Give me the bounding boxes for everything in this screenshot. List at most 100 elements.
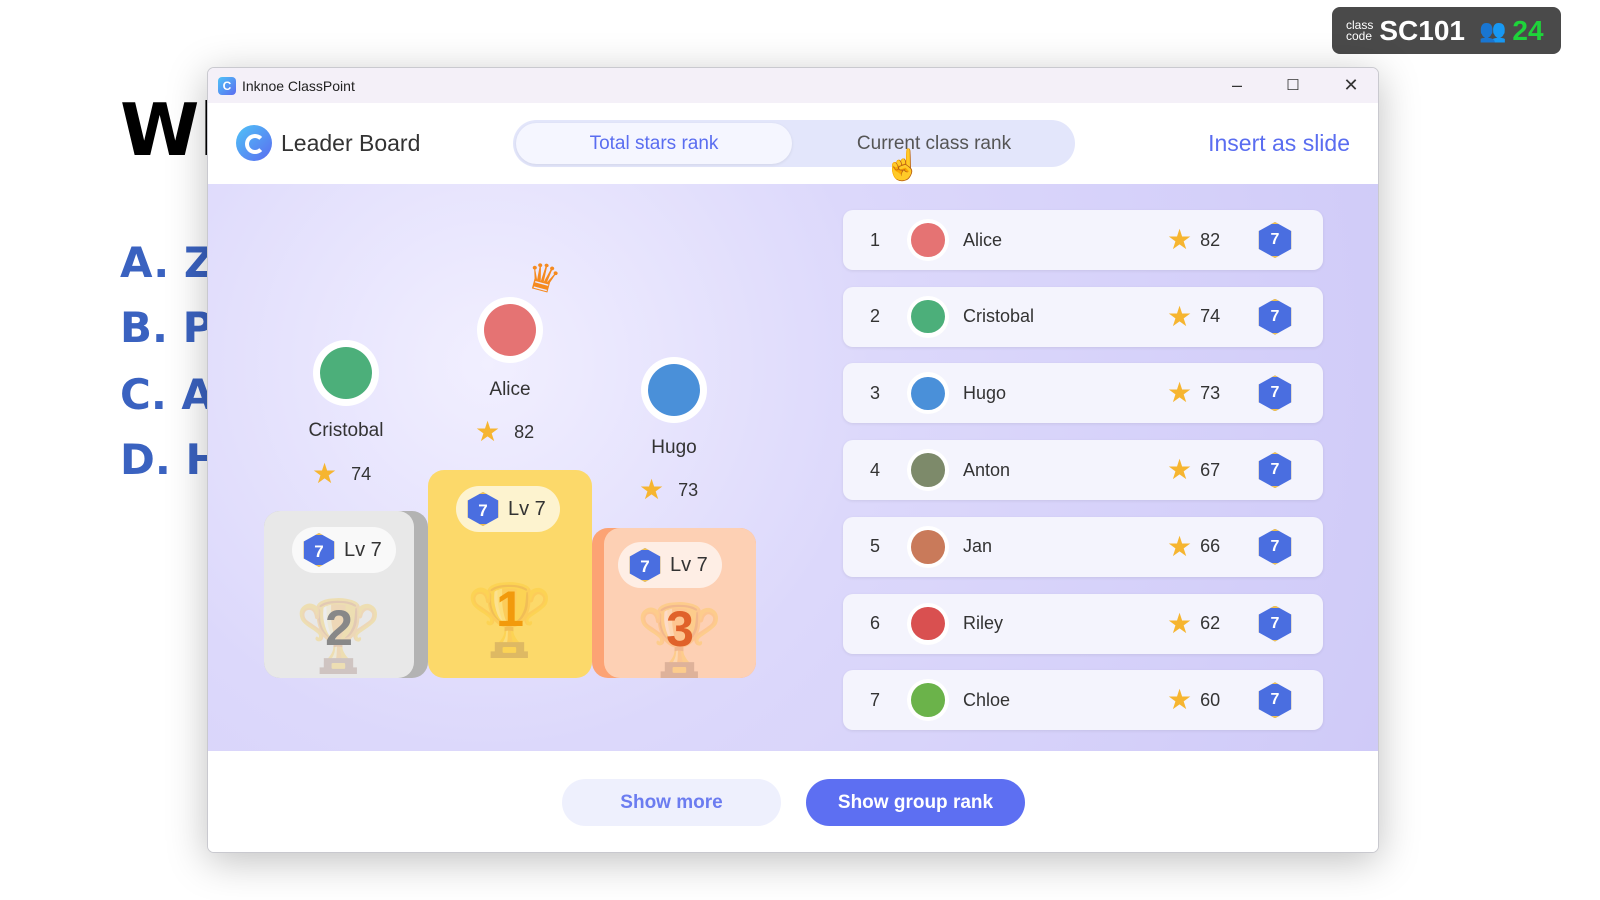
rank-number: 4 [869,459,880,480]
level-badge-icon: 7 [1258,605,1292,642]
avatar [907,372,949,415]
slide-option-d: D. H [120,435,221,484]
header: Leader Board Total stars rank Current cl… [208,103,1378,184]
ranking-row: 3 Hugo ★ 73 7 [843,363,1323,424]
star-count: ★ 67 [1167,454,1221,486]
star-icon: ★ [475,416,501,447]
rank-tabs: Total stars rank Current class rank [513,120,1075,167]
star-count: ★ 82 [1167,224,1221,255]
level-pill: 7 Lv 7 [618,542,722,588]
level-badge-icon: 7 [467,492,499,526]
podium-place: 2 [325,600,353,656]
star-count: ★ 60 [1167,684,1221,716]
rank-number: 6 [869,613,880,633]
avatar [477,297,543,363]
page-title: Leader Board [281,130,421,156]
level-badge-icon: 7 [303,533,335,567]
avatar [907,679,949,722]
star-icon: ★ [1167,530,1193,562]
podium-place: 3 [666,601,694,657]
tab-current-class-rank[interactable]: Current class rank [796,123,1072,164]
class-code-badge[interactable]: class code SC101 👥 24 [1332,7,1561,54]
star-icon: ★ [1167,607,1193,639]
slide-option-b: B. P [120,303,214,352]
level-pill: 7 Lv 7 [292,527,396,573]
avatar [907,219,949,261]
star-icon: ★ [1167,224,1193,255]
hand-cursor-icon: ☝ [884,149,922,182]
level-badge-icon: 7 [1258,375,1292,412]
podium-name: Hugo [651,437,697,458]
ranking-row: 5 Jan ★ 66 7 [843,516,1323,577]
tab-total-stars-rank[interactable]: Total stars rank [516,123,792,164]
rank-number: 7 [869,689,880,710]
student-name: Riley [963,613,1004,633]
ranking-row: 2 Cristobal ★ 74 7 [843,286,1323,347]
star-icon: ★ [639,474,665,505]
window-title: Inknoe ClassPoint [242,77,355,94]
participant-count: 24 [1512,14,1544,46]
star-count: ★ 73 [1167,377,1221,409]
podium-stars: ★ 82 [475,416,535,447]
level-badge-icon: 7 [1258,452,1292,489]
close-button[interactable]: ✕ [1326,68,1376,103]
crown-icon: ♛ [521,254,565,304]
slide-option-c: C. A [120,370,214,419]
insert-as-slide-link[interactable]: Insert as slide [1208,130,1350,157]
podium-stars: ★ 73 [639,474,699,505]
ranking-row: 4 Anton ★ 67 7 [843,440,1323,501]
student-name: Jan [963,536,993,557]
class-code: SC101 [1379,14,1465,46]
maximize-button[interactable]: ☐ [1268,68,1318,103]
star-count: ★ 74 [1167,300,1221,332]
avatar [641,357,707,423]
podium-third: 7 Lv 7 🏆 3 [592,528,756,679]
podium-second: 7 Lv 7 🏆 2 [264,511,428,678]
ranking-row: 7 Chloe ★ 60 7 [843,670,1323,731]
star-icon: ★ [1167,684,1193,716]
star-icon: ★ [1167,300,1193,332]
level-pill: 7 Lv 7 [456,486,560,532]
ranking-row: 6 Riley ★ 62 7 [843,593,1323,654]
star-icon: ★ [312,458,338,489]
leaderboard-window: C Inknoe ClassPoint – ☐ ✕ Leader Board T… [207,67,1379,853]
star-icon: ★ [1167,377,1193,409]
podium-first: 7 Lv 7 🏆 1 [428,470,592,678]
people-icon: 👥 [1478,17,1507,43]
podium-stars: ★ 74 [312,458,372,489]
avatar [907,295,949,338]
level-badge-icon: 7 [1258,682,1292,719]
avatar [907,449,949,492]
star-count: ★ 66 [1167,530,1221,562]
level-badge-icon: 7 [1258,528,1292,565]
ranking-row: 1 Alice ★ 82 7 [843,210,1323,270]
classpoint-logo-icon [236,125,272,161]
avatar [907,525,949,568]
level-badge-icon: 7 [629,548,661,582]
level-badge-icon: 7 [1258,298,1292,335]
star-count: ★ 62 [1167,607,1221,639]
show-more-button[interactable]: Show more [562,779,781,826]
rank-number: 5 [869,536,880,557]
class-code-label: class code [1346,17,1374,43]
podium-name: Cristobal [308,420,384,441]
rank-number: 2 [869,306,880,327]
student-name: Alice [963,229,1003,250]
app-icon: C [218,76,236,95]
rank-number: 3 [869,382,880,403]
student-name: Hugo [963,382,1007,403]
avatar [907,602,949,645]
podium-name: Alice [489,379,531,400]
show-group-rank-button[interactable]: Show group rank [806,779,1025,826]
title-bar: C Inknoe ClassPoint – ☐ ✕ [208,68,1378,103]
footer: Show more Show group rank [208,751,1378,852]
student-name: Cristobal [963,306,1035,327]
level-badge-icon: 7 [1258,222,1292,258]
podium-place: 1 [496,581,524,637]
slide-option-a: A. Z [120,238,215,287]
student-name: Chloe [963,689,1011,710]
minimize-button[interactable]: – [1212,68,1262,103]
avatar [313,340,379,406]
leaderboard-area: ♛ Cristobal ★ 74 Alice ★ 82 Hugo ★ 73 7 Lv 7… [208,184,1378,751]
rank-number: 1 [869,229,880,250]
